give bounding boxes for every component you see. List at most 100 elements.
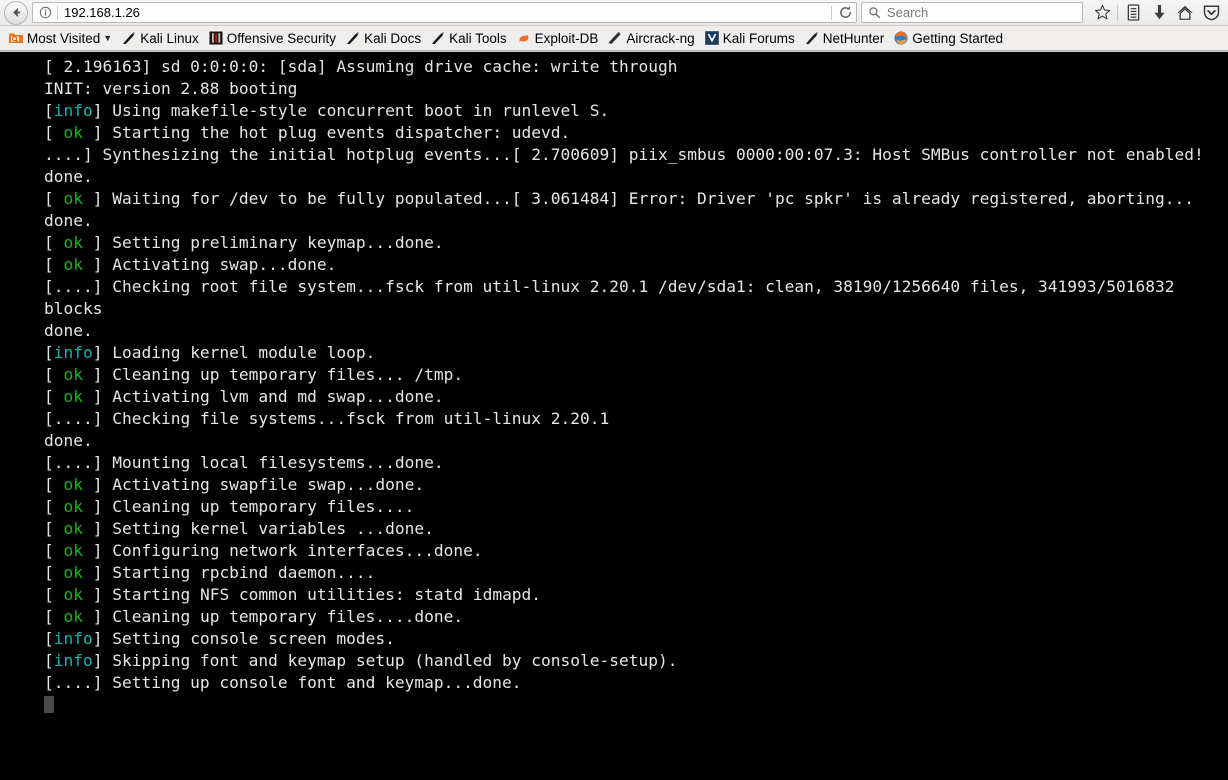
console-line: [ ok ] Starting the hot plug events disp… — [44, 122, 1220, 144]
reload-icon[interactable] — [836, 4, 854, 22]
console-text: ] Cleaning up temporary files.... — [83, 497, 415, 516]
console-text: ] Activating lvm and md swap...done. — [83, 387, 444, 406]
status-ok-tag: ok — [63, 189, 84, 208]
console-text: ] Activating swap...done. — [83, 255, 337, 274]
console-text: INIT: version 2.88 booting — [44, 79, 298, 98]
status-ok-tag: ok — [63, 123, 84, 142]
status-ok-tag: ok — [63, 607, 84, 626]
info-circle-icon[interactable] — [37, 5, 53, 21]
console-line — [44, 694, 1220, 716]
bookmark-item-kali-forums[interactable]: Kali Forums — [700, 28, 799, 48]
console-line: [info] Using makefile-style concurrent b… — [44, 100, 1220, 122]
back-arrow-icon — [12, 8, 20, 17]
toolbar-icon-group — [1089, 2, 1224, 24]
console-line: [info] Loading kernel module loop. — [44, 342, 1220, 364]
console-line: done. — [44, 430, 1220, 452]
console-text: ] Loading kernel module loop. — [92, 343, 376, 362]
console-text: [ — [44, 387, 64, 406]
bookmark-item-most-visited[interactable]: Most Visited ▼ — [4, 28, 116, 48]
bookmark-star-icon[interactable] — [1089, 2, 1115, 24]
console-text: ] Skipping font and keymap setup (handle… — [92, 651, 678, 670]
status-info-tag: info — [53, 629, 93, 648]
console-line: [ ok ] Waiting for /dev to be fully popu… — [44, 188, 1220, 210]
console-text: ] Configuring network interfaces...done. — [83, 541, 483, 560]
url-text: 192.168.1.26 — [64, 5, 140, 20]
console-text: [ — [44, 651, 54, 670]
console-text: ....] Synthesizing the initial hotplug e… — [44, 145, 1204, 164]
bookmark-item-offensive-security[interactable]: Offensive Security — [204, 28, 340, 48]
bookmark-label: Aircrack-ng — [626, 30, 695, 46]
console-text: [....] Setting up console font and keyma… — [44, 673, 522, 692]
back-button[interactable] — [4, 0, 28, 25]
console-line: [....] Mounting local filesystems...done… — [44, 452, 1220, 474]
console-text: done. — [44, 431, 93, 450]
bookmark-item-getting-started[interactable]: Getting Started — [889, 28, 1007, 48]
console-text: ] Activating swapfile swap...done. — [83, 475, 425, 494]
console-line: [ ok ] Setting kernel variables ...done. — [44, 518, 1220, 540]
console-line: [ ok ] Activating swap...done. — [44, 254, 1220, 276]
console-text: ] Cleaning up temporary files... /tmp. — [83, 365, 464, 384]
console-text: [ — [44, 607, 64, 626]
url-bar[interactable]: 192.168.1.26 — [32, 2, 857, 23]
bookmark-label: NetHunter — [822, 30, 885, 46]
console-line: [ ok ] Starting rpcbind daemon.... — [44, 562, 1220, 584]
console-text: [ — [44, 101, 54, 120]
console-text: [ — [44, 629, 54, 648]
console-line: [....] Checking file systems...fsck from… — [44, 408, 1220, 430]
console-text: [....] Mounting local filesystems...done… — [44, 453, 444, 472]
bookmark-label: Kali Tools — [449, 30, 507, 46]
console-text: ] Using makefile-style concurrent boot i… — [92, 101, 610, 120]
console-text: done. — [44, 167, 93, 186]
console-line: [ ok ] Cleaning up temporary files.... — [44, 496, 1220, 518]
console-text: done. — [44, 211, 93, 230]
console-text: [ — [44, 475, 64, 494]
bookmark-item-kali-docs[interactable]: Kali Docs — [341, 28, 425, 48]
search-input[interactable]: Search — [887, 3, 928, 22]
offensive-security-icon — [208, 30, 224, 46]
bookmark-label: Getting Started — [912, 30, 1004, 46]
exploit-db-icon — [516, 30, 532, 46]
library-icon[interactable] — [1120, 2, 1146, 24]
console-line: [....] Checking root file system...fsck … — [44, 276, 1220, 320]
kali-dragon-icon — [345, 30, 361, 46]
toolbar-separator — [1117, 5, 1118, 20]
console-line: [info] Setting console screen modes. — [44, 628, 1220, 650]
console-text: done. — [44, 321, 93, 340]
console-line: [ ok ] Starting NFS common utilities: st… — [44, 584, 1220, 606]
pocket-shield-icon[interactable] — [1198, 2, 1224, 24]
console-text: ] Starting the hot plug events dispatche… — [83, 123, 571, 142]
console-line: [ ok ] Setting preliminary keymap...done… — [44, 232, 1220, 254]
status-ok-tag: ok — [63, 387, 84, 406]
console-line: done. — [44, 320, 1220, 342]
status-ok-tag: ok — [63, 541, 84, 560]
console-text: ] Starting rpcbind daemon.... — [83, 563, 376, 582]
console-text: [ — [44, 585, 64, 604]
bookmark-item-kali-tools[interactable]: Kali Tools — [426, 28, 511, 48]
bookmark-item-aircrack-ng[interactable]: Aircrack-ng — [603, 28, 698, 48]
bookmark-label: Kali Forums — [722, 30, 795, 46]
downloads-icon[interactable] — [1146, 2, 1172, 24]
console-line: ....] Synthesizing the initial hotplug e… — [44, 144, 1220, 166]
reload-separator — [831, 5, 832, 20]
home-icon[interactable] — [1172, 2, 1198, 24]
bookmark-item-exploit-db[interactable]: Exploit-DB — [512, 28, 603, 48]
console-text: [ — [44, 519, 64, 538]
status-ok-tag: ok — [63, 497, 84, 516]
console-line: done. — [44, 210, 1220, 232]
console-line: [ ok ] Cleaning up temporary files....do… — [44, 606, 1220, 628]
console-text: [ — [44, 541, 64, 560]
console-line: [....] Setting up console font and keyma… — [44, 672, 1220, 694]
bookmark-item-kali-linux[interactable]: Kali Linux — [117, 28, 203, 48]
search-icon — [866, 5, 882, 21]
kali-dragon-icon — [804, 30, 820, 46]
bookmark-item-nethunter[interactable]: NetHunter — [800, 28, 889, 48]
bookmarks-toolbar: Most Visited ▼ Kali Linux Offensive Securit… — [0, 26, 1228, 51]
console-text: [ — [44, 189, 64, 208]
bookmark-label: Exploit-DB — [534, 30, 599, 46]
kali-forums-icon — [704, 30, 720, 46]
search-bar[interactable]: Search — [861, 2, 1083, 23]
status-info-tag: info — [53, 101, 93, 120]
chevron-down-icon[interactable]: ▼ — [103, 33, 112, 43]
console-line: INIT: version 2.88 booting — [44, 78, 1220, 100]
status-ok-tag: ok — [63, 233, 84, 252]
